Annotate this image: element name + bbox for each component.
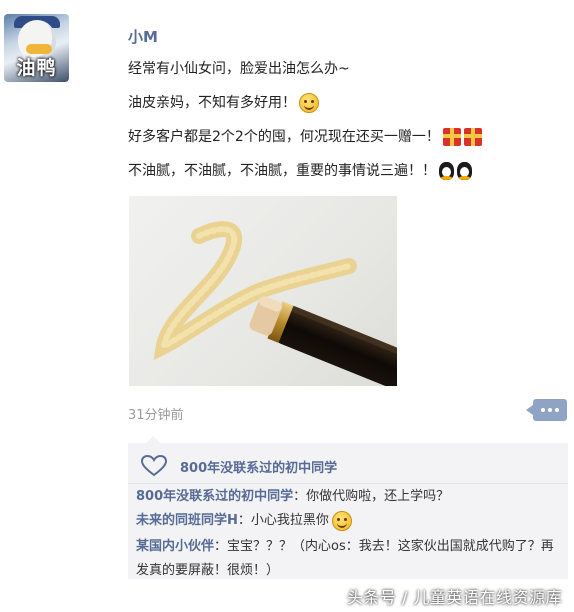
penguin-emoji-icon (457, 162, 472, 180)
comment-author[interactable]: 800年没联系过的初中同学 (136, 489, 293, 504)
concealer-stick-illustration (153, 221, 397, 386)
gift-emoji-icon (463, 128, 482, 146)
post-line-text: 油皮亲妈，不知有多好用！ (128, 95, 296, 111)
comment-actions-button[interactable] (526, 399, 567, 421)
smile-emoji-icon (299, 93, 319, 113)
penguin-emoji-icon (439, 162, 454, 180)
post-line-text: 好多客户都是2个2个的囤，何况现在还买一赠一！ (128, 129, 440, 145)
divider (128, 483, 568, 484)
avatar-text: 油鸭 (16, 57, 57, 79)
comment-text: ：小心我拉黑你 (237, 513, 329, 528)
comment-author[interactable]: 某国内小伙伴 (136, 539, 214, 554)
post-timestamp: 31分钟前 (128, 408, 184, 423)
post-line-text: 经常有小仙女问，脸爱出油怎么办~ (128, 61, 350, 77)
comment-item: 800年没联系过的初中同学：你做代购啦，还上学吗？ (136, 485, 562, 509)
gift-emoji-icon (442, 128, 461, 146)
like-user-name[interactable]: 800年没联系过的初中同学 (180, 457, 337, 476)
smile-emoji-icon (331, 510, 352, 531)
comment-author[interactable]: 未来的同班同学H (136, 513, 238, 528)
author-avatar[interactable]: 油鸭 (4, 14, 69, 82)
comment-text: ：你做代购啦，还上学吗？ (293, 489, 450, 504)
dot-icon (555, 408, 559, 412)
comment-item: 某国内小伙伴：宝宝？？？（内心os：我去！这家伙出国就成代购了？再发真的要屏蔽！… (136, 535, 562, 583)
post-line-text: 不油腻，不油腻，不油腻，重要的事情说三遍！！ (128, 163, 436, 179)
post-line: 不油腻，不油腻，不油腻，重要的事情说三遍！！ (128, 160, 472, 182)
post-line: 经常有小仙女问，脸爱出油怎么办~ (128, 58, 350, 80)
post-line: 好多客户都是2个2个的囤，何况现在还买一赠一！ (128, 126, 482, 148)
dot-icon (548, 408, 552, 412)
author-name[interactable]: 小M (128, 26, 158, 47)
interaction-panel: 800年没联系过的初中同学 800年没联系过的初中同学：你做代购啦，还上学吗？ … (128, 436, 568, 579)
comment-item: 未来的同班同学H：小心我拉黑你 (136, 509, 562, 533)
watermark: 头条号 / 儿童英语在线资源库 (346, 588, 562, 607)
post-photo[interactable] (129, 196, 397, 386)
dot-icon (541, 408, 545, 412)
post-line: 油皮亲妈，不知有多好用！ (128, 92, 319, 114)
heart-icon (140, 455, 168, 477)
